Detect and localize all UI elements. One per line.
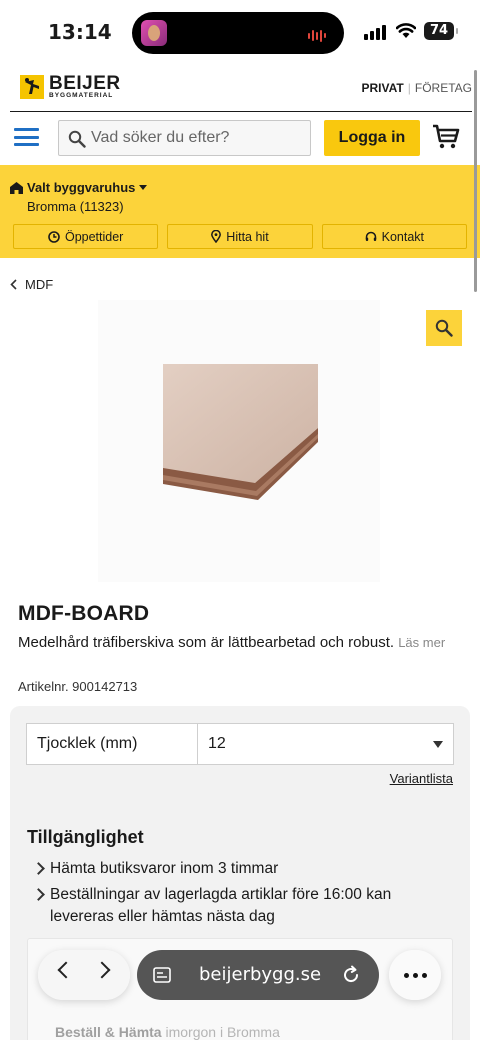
pickup-option-detail: imorgon i Bromma — [165, 1024, 280, 1040]
battery-indicator: 74 — [424, 22, 458, 40]
pickup-option[interactable]: Beställ & Hämta imorgon i Bromma — [55, 1024, 280, 1040]
more-dot-icon — [412, 972, 418, 978]
menu-icon[interactable] — [14, 128, 39, 146]
product-description: Medelhård träfiberskiva som är lättbearb… — [18, 631, 458, 655]
status-icons: 74 — [364, 22, 458, 40]
search-box[interactable] — [58, 120, 311, 156]
breadcrumb-label: MDF — [25, 277, 54, 292]
segment-foretag[interactable]: FÖRETAG — [415, 81, 472, 95]
caret-down-icon — [139, 184, 148, 190]
thickness-select[interactable]: Tjocklek (mm) 12 — [26, 723, 454, 765]
reload-icon[interactable] — [341, 965, 361, 985]
mdf-board-image — [163, 364, 318, 500]
page-menu-icon[interactable] — [153, 966, 171, 984]
customer-segment-switch: PRIVAT | FÖRETAG — [361, 81, 472, 95]
chevron-left-icon — [10, 279, 17, 290]
more-options-button[interactable] — [389, 950, 441, 1000]
find-store-label: Hitta hit — [226, 229, 269, 244]
beijer-logo[interactable]: BEIJER BYGGMATERIAL — [20, 74, 121, 100]
search-row: Logga in — [0, 112, 480, 164]
opening-hours-label: Öppettider — [64, 229, 124, 244]
audio-wave-icon — [308, 27, 332, 42]
thickness-label: Tjocklek (mm) — [27, 724, 198, 764]
store-band: Valt byggvaruhus Bromma (11323) Öppettid… — [0, 165, 480, 258]
status-time: 13:14 — [48, 20, 112, 44]
brand-name: BEIJER — [49, 73, 121, 94]
availability-heading: Tillgänglighet — [27, 827, 144, 847]
search-icon — [68, 130, 86, 148]
list-item: Hämta butiksvaror inom 3 timmar — [32, 858, 442, 880]
thickness-value[interactable]: 12 — [198, 724, 453, 764]
headset-icon — [365, 231, 376, 241]
zoom-search-icon — [435, 319, 453, 337]
browser-nav-controls — [38, 950, 130, 1000]
cart-icon[interactable] — [432, 124, 460, 150]
store-icon — [10, 181, 23, 194]
wifi-icon — [396, 23, 416, 38]
brand-subtitle: BYGGMATERIAL — [49, 92, 114, 99]
now-playing-avatar — [141, 20, 167, 46]
clock-icon — [48, 230, 60, 243]
more-dot-icon — [421, 972, 427, 978]
store-actions: Öppettider Hitta hit Kontakt — [13, 224, 467, 249]
product-description-text: Medelhård träfiberskiva som är lättbearb… — [18, 634, 395, 651]
list-item: Beställningar av lagerlagda artiklar för… — [32, 884, 442, 928]
logo-mark-icon — [20, 74, 44, 99]
product-image[interactable] — [98, 300, 380, 582]
find-store-button[interactable]: Hitta hit — [167, 224, 313, 249]
search-input[interactable] — [91, 121, 306, 155]
browser-forward-icon[interactable] — [93, 961, 111, 979]
zoom-button[interactable] — [426, 310, 462, 346]
cellular-signal-icon — [364, 22, 388, 40]
article-number: Artikelnr. 900142713 — [18, 679, 138, 694]
location-pin-icon — [211, 230, 222, 243]
brand-bar: BEIJER BYGGMATERIAL PRIVAT | FÖRETAG — [10, 66, 472, 112]
url-text: beijerbygg.se — [199, 964, 322, 985]
breadcrumb[interactable]: MDF — [10, 277, 53, 292]
browser-back-icon[interactable] — [57, 961, 75, 979]
variant-list-link[interactable]: Variantlista — [390, 771, 453, 786]
product-title: MDF-BOARD — [18, 602, 150, 625]
dynamic-island — [132, 12, 344, 54]
availability-list: Hämta butiksvaror inom 3 timmar Beställn… — [32, 858, 442, 932]
contact-label: Kontakt — [381, 229, 425, 244]
login-button[interactable]: Logga in — [324, 120, 420, 156]
read-more-link[interactable]: Läs mer — [398, 635, 445, 650]
selected-store-toggle[interactable]: Valt byggvaruhus — [10, 180, 148, 195]
store-title: Valt byggvaruhus — [27, 180, 136, 195]
page-scrollbar[interactable] — [474, 70, 477, 292]
pickup-option-title: Beställ & Hämta — [55, 1024, 162, 1040]
contact-button[interactable]: Kontakt — [321, 224, 467, 249]
opening-hours-button[interactable]: Öppettider — [13, 224, 159, 249]
address-bar[interactable]: beijerbygg.se — [137, 950, 379, 1000]
more-dot-icon — [403, 972, 409, 978]
store-name: Bromma (11323) — [27, 199, 124, 214]
status-bar: 13:14 74 — [0, 0, 480, 66]
segment-privat[interactable]: PRIVAT — [362, 81, 404, 95]
